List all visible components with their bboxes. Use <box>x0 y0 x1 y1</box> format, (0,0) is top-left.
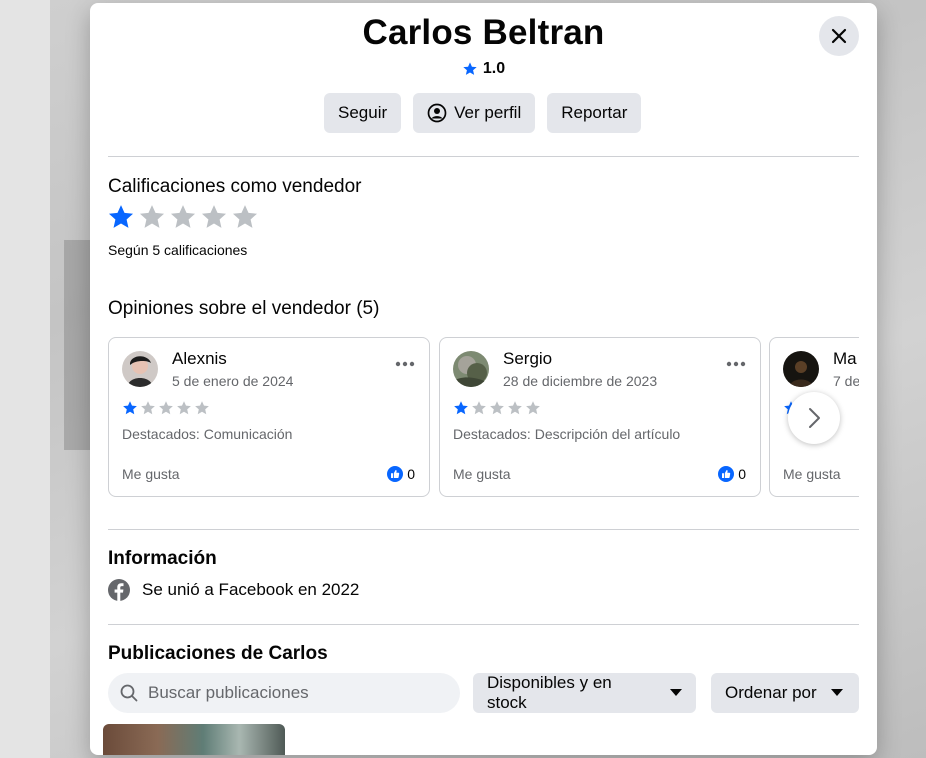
carousel-next-button[interactable] <box>788 392 840 444</box>
seller-name: Carlos Beltran <box>362 13 605 52</box>
info-title: Información <box>108 548 217 569</box>
star-icon <box>123 401 137 415</box>
review-date: 5 de enero de 2024 <box>172 373 294 389</box>
star-icon <box>526 401 540 415</box>
review-highlight: Destacados: Comunicación <box>122 426 293 442</box>
thumbs-up-icon <box>718 466 735 482</box>
post-thumbnail[interactable] <box>103 724 285 755</box>
avatar[interactable] <box>122 351 158 387</box>
reviews-title: Opiniones sobre el vendedor (5) <box>108 298 379 320</box>
like-count: 0 <box>387 466 415 482</box>
review-stars <box>453 400 541 416</box>
like-count-value: 0 <box>407 466 415 482</box>
star-icon <box>463 62 477 75</box>
report-button[interactable]: Reportar <box>547 93 642 133</box>
like-button[interactable]: Me gusta <box>122 466 180 482</box>
seller-rating: 1.0 <box>90 60 877 78</box>
star-icon <box>141 401 155 415</box>
sort-dropdown[interactable]: Ordenar por <box>711 673 859 713</box>
caret-down-icon <box>670 689 682 696</box>
more-options-button[interactable] <box>395 354 415 372</box>
facebook-icon <box>108 579 130 601</box>
thumbs-up-icon <box>387 466 404 482</box>
avatar[interactable] <box>453 351 489 387</box>
review-date: 7 de <box>833 373 859 389</box>
more-options-button[interactable] <box>726 354 746 372</box>
backdrop-strip <box>0 0 50 758</box>
like-count: 0 <box>718 466 746 482</box>
review-date: 28 de diciembre de 2023 <box>503 373 658 389</box>
user-circle-icon <box>427 103 447 123</box>
chevron-right-icon <box>809 408 820 428</box>
reviews-title-text: Opiniones sobre el vendedor <box>108 298 351 319</box>
divider <box>108 156 859 157</box>
view-profile-label: Ver perfil <box>454 103 522 122</box>
follow-label: Seguir <box>338 103 388 122</box>
seller-rating-value: 1.0 <box>482 60 506 77</box>
star-icon <box>508 401 522 415</box>
divider <box>108 529 859 530</box>
reviews-carousel: Alexnis 5 de enero de 2024 Destacados: C… <box>108 337 859 499</box>
like-button[interactable]: Me gusta <box>783 466 841 482</box>
star-icon <box>454 401 468 415</box>
seller-rating-stars <box>107 203 259 231</box>
caret-down-icon <box>830 689 843 696</box>
reviewer-name[interactable]: Alexnis <box>172 349 227 369</box>
seller-ratings-title: Calificaciones como vendedor <box>108 176 362 197</box>
search-icon <box>120 684 138 702</box>
seller-profile-dialog: Carlos Beltran 1.0 Seguir Ver perfil Rep… <box>90 3 877 755</box>
review-card: Sergio 28 de diciembre de 2023 Destacado… <box>439 337 761 497</box>
star-icon <box>490 401 504 415</box>
more-horizontal-icon <box>726 361 746 367</box>
joined-text: Se unió a Facebook en 2022 <box>142 580 360 599</box>
avatar[interactable] <box>783 351 819 387</box>
availability-filter-dropdown[interactable]: Disponibles y en stock <box>473 673 696 713</box>
ratings-count: Según 5 calificaciones <box>108 242 248 258</box>
search-input[interactable] <box>146 682 450 704</box>
availability-filter-label: Disponibles y en stock <box>487 673 612 712</box>
like-button[interactable]: Me gusta <box>453 466 511 482</box>
more-horizontal-icon <box>395 361 415 367</box>
star-icon <box>170 205 196 228</box>
star-icon <box>159 401 173 415</box>
review-highlight: Destacados: Descripción del artículo <box>453 426 681 442</box>
view-profile-button[interactable]: Ver perfil <box>413 93 536 133</box>
backdrop-shape <box>64 240 92 450</box>
close-icon <box>831 28 847 44</box>
star-icon <box>232 205 258 228</box>
report-label: Reportar <box>561 103 628 122</box>
divider <box>108 624 859 625</box>
star-icon <box>177 401 191 415</box>
star-icon <box>195 401 209 415</box>
star-icon <box>472 401 486 415</box>
follow-button[interactable]: Seguir <box>324 93 402 133</box>
search-posts-field[interactable] <box>108 673 460 713</box>
review-card: Alexnis 5 de enero de 2024 Destacados: C… <box>108 337 430 497</box>
posts-title: Publicaciones de Carlos <box>108 643 328 664</box>
reviews-count: (5) <box>356 298 380 319</box>
reviewer-name[interactable]: Sergio <box>503 349 552 369</box>
review-stars <box>122 400 210 416</box>
star-icon <box>139 205 165 228</box>
close-button[interactable] <box>819 16 859 56</box>
joined-info: Se unió a Facebook en 2022 <box>108 579 359 601</box>
profile-actions: Seguir Ver perfil Reportar <box>324 93 642 133</box>
reviewer-name[interactable]: Ma <box>833 349 857 369</box>
like-count-value: 0 <box>738 466 746 482</box>
star-icon <box>108 205 134 228</box>
sort-label: Ordenar por <box>725 683 817 702</box>
star-icon <box>201 205 227 228</box>
